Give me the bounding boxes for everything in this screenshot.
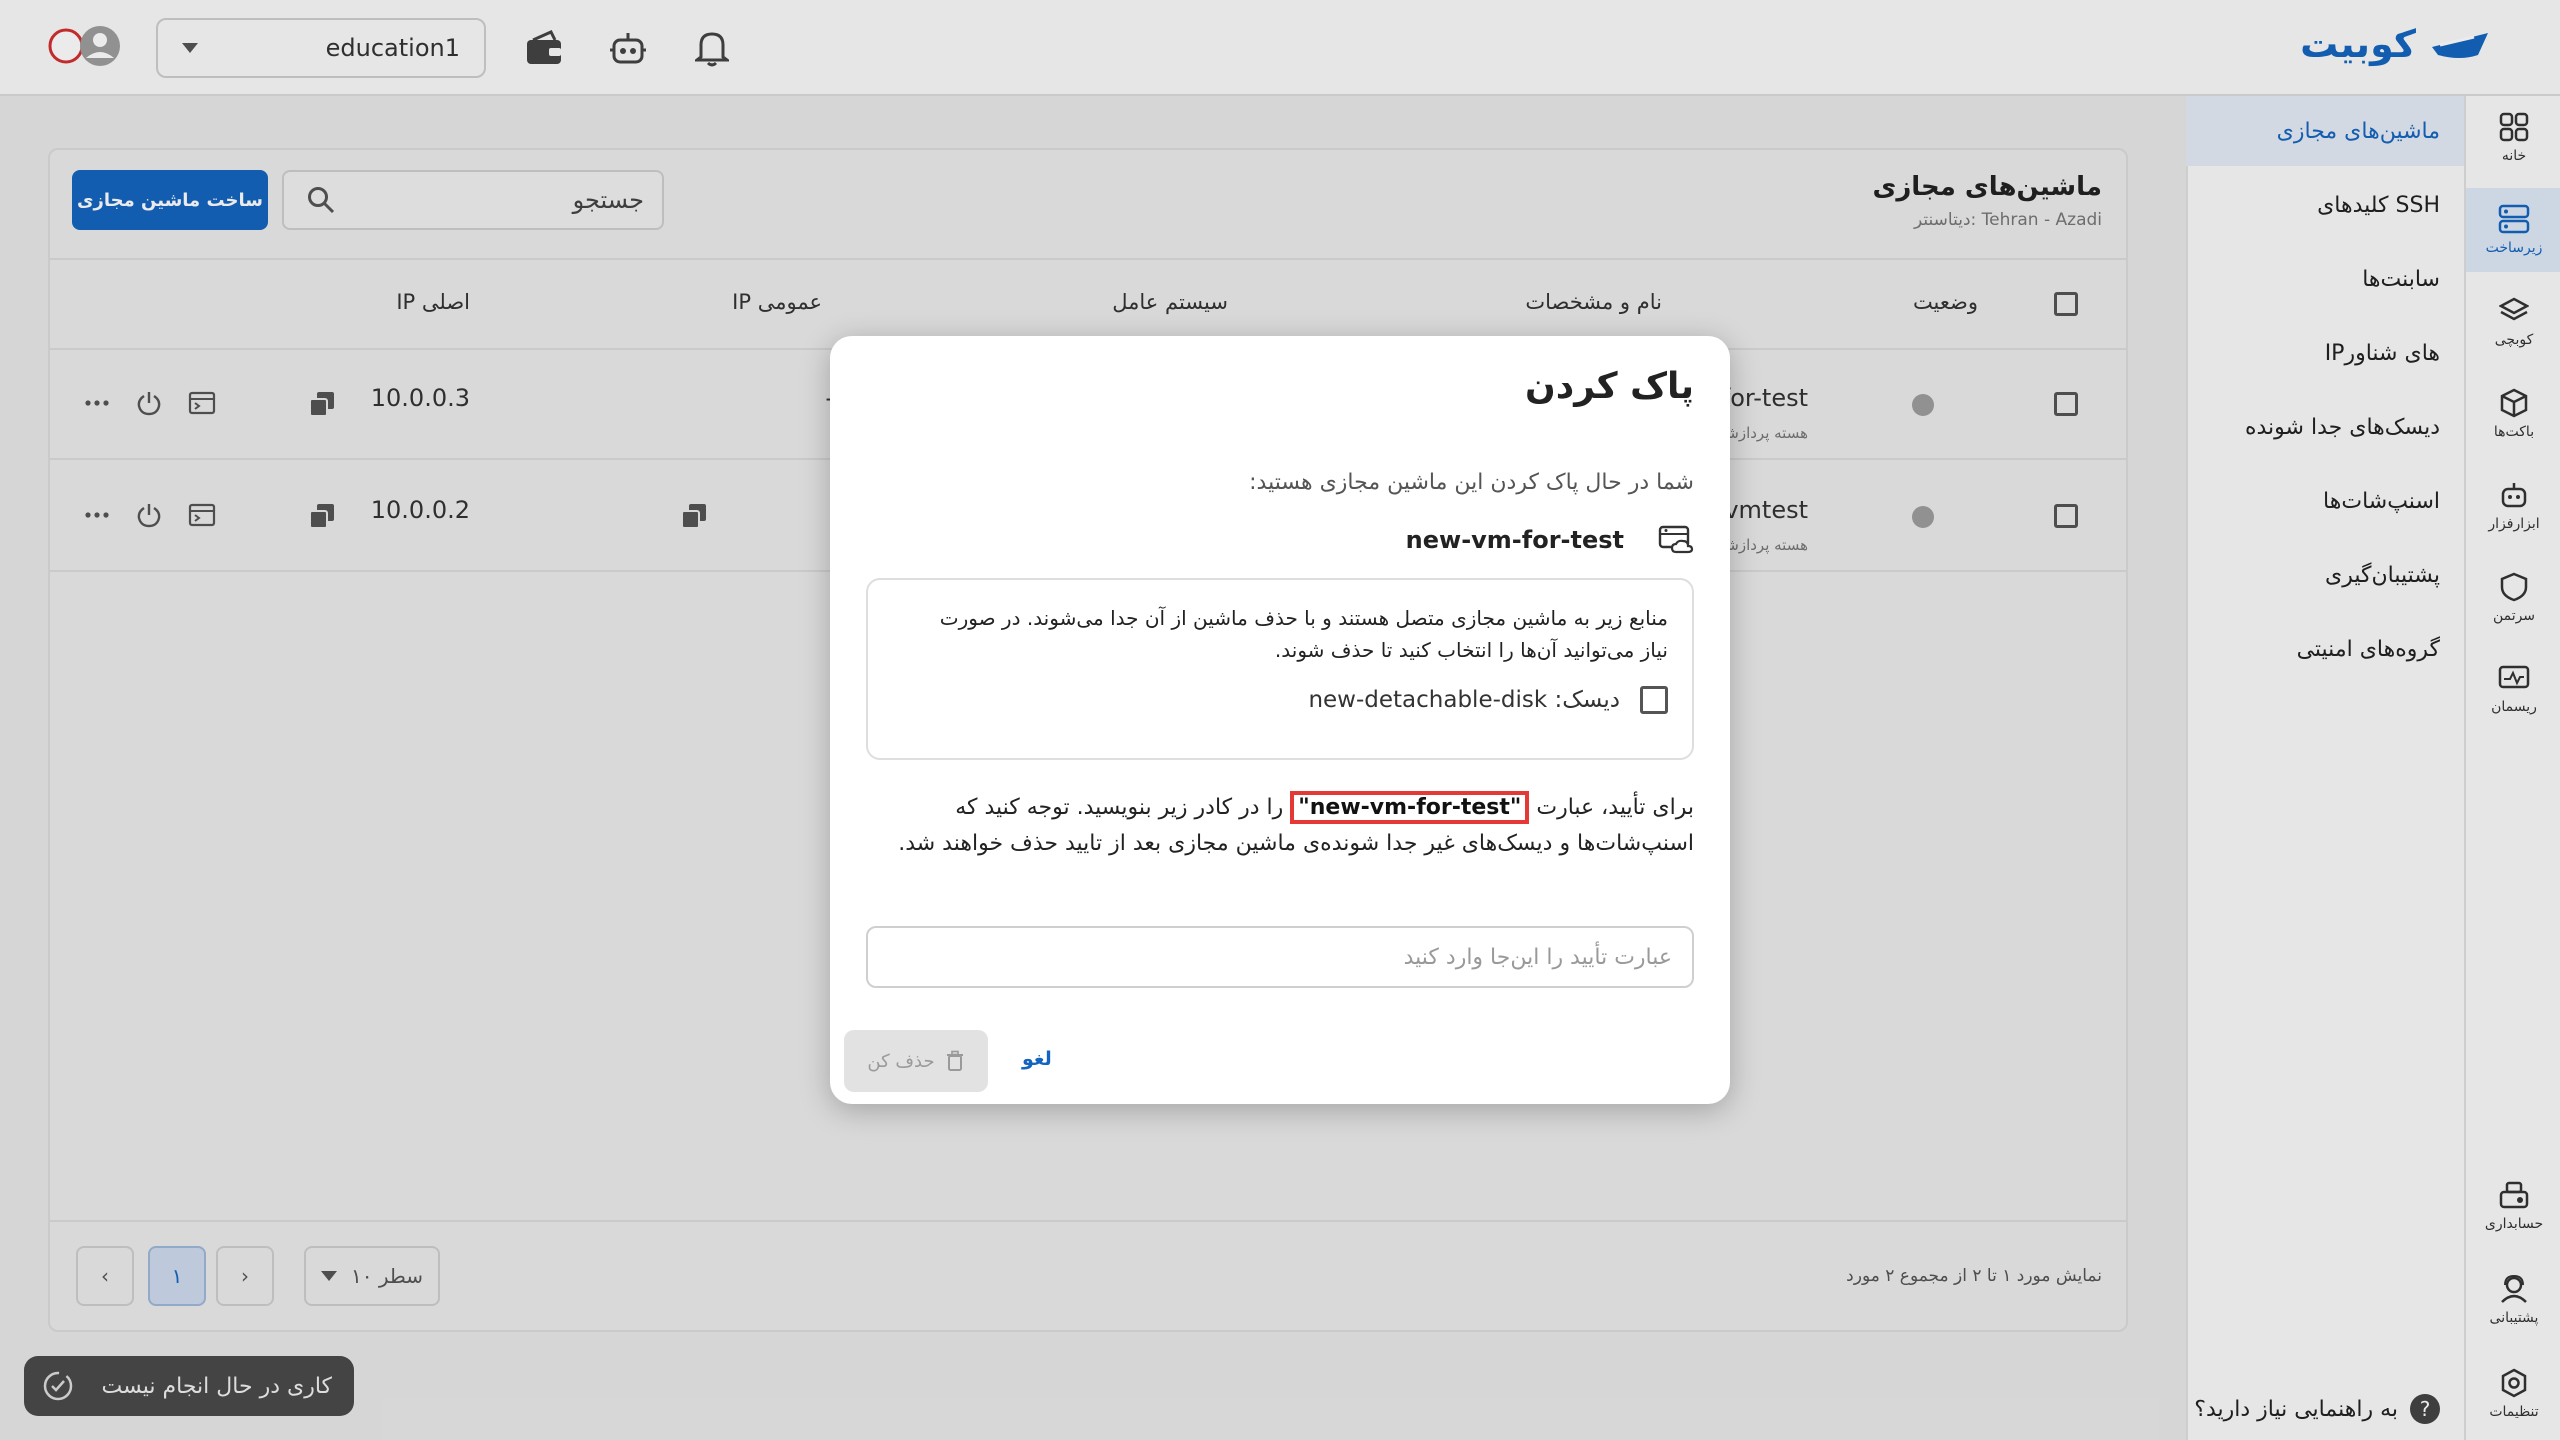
attached-resources-box: منابع زیر به ماشین مجازی متصل هستند و با… bbox=[866, 578, 1694, 760]
dialog-lead-text: شما در حال پاک کردن این ماشین مجازی هستی… bbox=[1249, 470, 1694, 495]
dialog-vm-name: new-vm-for-test bbox=[1405, 526, 1624, 554]
disk-label: دیسک: new-detachable-disk bbox=[1308, 687, 1620, 713]
confirm-instructions: برای تأیید، عبارت "new-vm-for-test" را د… bbox=[864, 790, 1694, 862]
delete-button-label: حذف کن bbox=[867, 1050, 935, 1072]
confirm-phrase: "new-vm-for-test" bbox=[1290, 791, 1530, 824]
confirm-input[interactable]: عبارت تأیید را این‌جا وارد کنید bbox=[866, 926, 1694, 988]
disk-checkbox[interactable] bbox=[1640, 686, 1668, 714]
confirm-text-before: برای تأیید، عبارت bbox=[1536, 795, 1694, 820]
server-cloud-icon bbox=[1658, 525, 1694, 554]
confirm-input-placeholder: عبارت تأیید را این‌جا وارد کنید bbox=[1403, 944, 1672, 970]
disk-option[interactable]: دیسک: new-detachable-disk bbox=[1308, 686, 1668, 714]
dialog-title: پاک کردن bbox=[1525, 366, 1694, 407]
delete-vm-dialog: پاک کردن شما در حال پاک کردن این ماشین م… bbox=[830, 336, 1730, 1104]
trash-icon bbox=[946, 1050, 963, 1071]
dialog-vm: new-vm-for-test bbox=[1406, 524, 1694, 556]
attached-resources-text: منابع زیر به ماشین مجازی متصل هستند و با… bbox=[939, 606, 1668, 662]
cancel-button[interactable]: لغو bbox=[1022, 1048, 1052, 1070]
delete-button[interactable]: حذف کن bbox=[844, 1030, 988, 1092]
